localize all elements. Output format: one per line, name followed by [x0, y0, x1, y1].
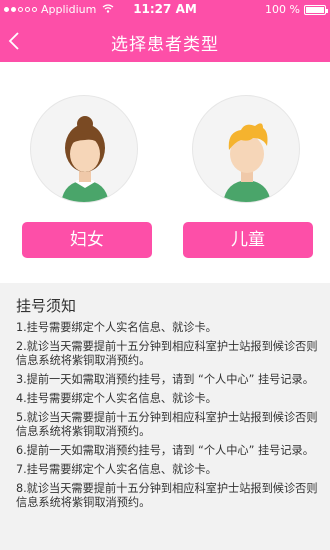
back-button[interactable]	[4, 24, 38, 58]
notice-title: 挂号须知	[16, 297, 77, 315]
notice-item: 2.就诊当天需要提前十五分钟到相应科室护士站报到候诊否则信息系统将紫铜取消预约。	[16, 339, 318, 368]
notice-item: 3.提前一天如需取消预约挂号，请到 “个人中心” 挂号记录。	[16, 373, 314, 387]
notice-item: 6.提前一天如需取消预约挂号，请到 “个人中心” 挂号记录。	[16, 443, 314, 457]
notice-list: 1.挂号需要绑定个人实名信息、就诊卡。 2.就诊当天需要提前十五分钟到相应科室护…	[16, 321, 318, 515]
battery-icon	[304, 4, 328, 15]
page-title: 选择患者类型	[111, 35, 219, 55]
notice-item: 1.挂号需要绑定个人实名信息、就诊卡。	[16, 321, 217, 334]
notice-item: 8.就诊当天需要提前十五分钟到相应科室护士站报到候诊否则信息系统将紫铜取消预约。	[16, 481, 318, 510]
header: Applidium 11:27 AM 100 % 选择患者类型	[0, 0, 330, 62]
notice-section: 挂号须知 1.挂号需要绑定个人实名信息、就诊卡。 2.就诊当天需要提前十五分钟到…	[0, 283, 330, 550]
child-avatar[interactable]	[192, 95, 300, 203]
nav-bar: 选择患者类型	[0, 20, 330, 62]
battery-percent: 100 %	[265, 3, 300, 16]
child-type-button[interactable]: 儿童	[183, 222, 313, 258]
status-bar: Applidium 11:27 AM 100 %	[0, 0, 330, 20]
notice-item: 7.挂号需要绑定个人实名信息、就诊卡。	[16, 462, 217, 476]
notice-item: 5.就诊当天需要提前十五分钟到相应科室护士站报到候诊否则信息系统将紫铜取消预约。	[16, 410, 318, 439]
chevron-left-icon	[8, 32, 19, 50]
notice-item: 4.挂号需要绑定个人实名信息、就诊卡。	[16, 391, 217, 405]
woman-avatar[interactable]	[30, 95, 138, 203]
woman-type-button[interactable]: 妇女	[22, 222, 152, 258]
